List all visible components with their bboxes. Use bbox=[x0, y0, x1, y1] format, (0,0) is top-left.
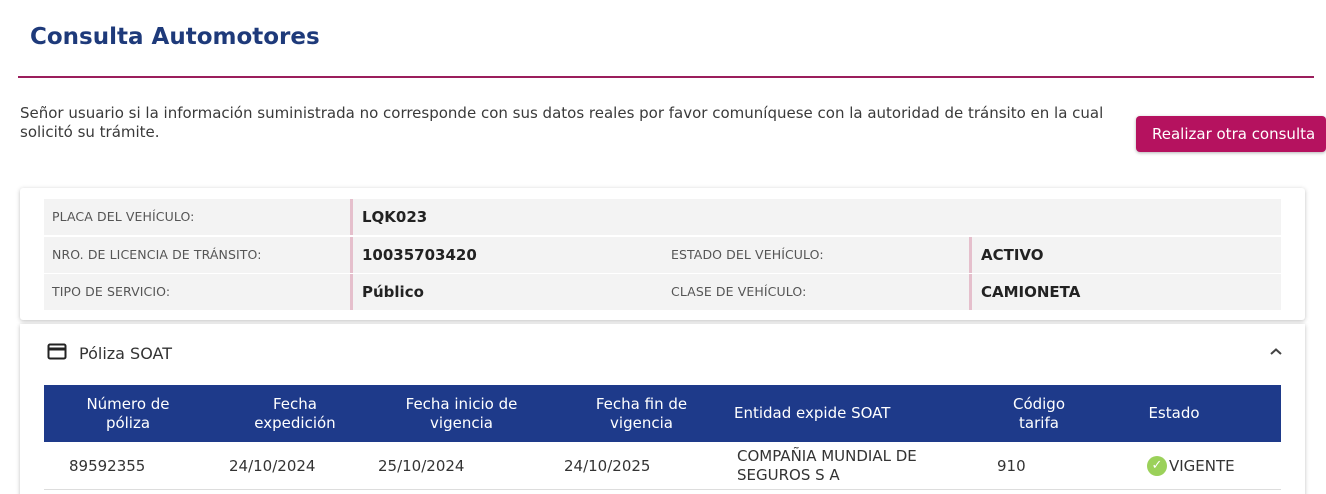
license-label: NRO. DE LICENCIA DE TRÁNSITO: bbox=[52, 247, 262, 262]
vehicle-row-license: NRO. DE LICENCIA DE TRÁNSITO: 1003570342… bbox=[44, 237, 1281, 273]
page-title: Consulta Automotores bbox=[30, 24, 320, 50]
new-query-button[interactable]: Realizar otra consulta bbox=[1136, 116, 1326, 152]
soat-section-title: Póliza SOAT bbox=[79, 344, 172, 363]
status-label: ESTADO DEL VEHÍCULO: bbox=[671, 247, 824, 262]
status-text: VIGENTE bbox=[1169, 456, 1235, 475]
header-status: Estado bbox=[1148, 404, 1200, 422]
title-divider bbox=[18, 76, 1314, 78]
header-issue-date: Fecha expedición bbox=[254, 394, 336, 432]
header-tariff-code: Código tarifa bbox=[1012, 394, 1066, 432]
notice-text: Señor usuario si la información suminist… bbox=[20, 104, 1104, 141]
cell-issue-date: 24/10/2024 bbox=[229, 456, 316, 475]
check-circle-icon: ✓ bbox=[1147, 456, 1167, 476]
header-entity: Entidad expide SOAT bbox=[734, 404, 891, 422]
header-start-date: Fecha inicio de vigencia bbox=[405, 394, 518, 432]
vehicle-row-plate: PLACA DEL VEHÍCULO: LQK023 bbox=[44, 199, 1281, 235]
cell-end-date: 24/10/2025 bbox=[564, 456, 651, 475]
cell-policy-number: 89592355 bbox=[69, 456, 146, 475]
service-value: Público bbox=[350, 274, 424, 310]
table-row: 89592355 24/10/2024 25/10/2024 24/10/202… bbox=[44, 442, 1281, 490]
header-policy-number: Número de póliza bbox=[86, 394, 170, 432]
chevron-up-icon[interactable] bbox=[1269, 342, 1283, 361]
plate-value: LQK023 bbox=[350, 199, 427, 235]
soat-panel: Póliza SOAT Número de póliza Fecha exped… bbox=[20, 324, 1305, 494]
cell-status: ✓ VIGENTE bbox=[1147, 442, 1235, 490]
soat-table-header: Número de póliza Fecha expedición Fecha … bbox=[44, 385, 1281, 442]
cell-entity: COMPAÑIA MUNDIAL DE SEGUROS S A bbox=[737, 447, 917, 484]
header-end-date: Fecha fin de vigencia bbox=[595, 394, 688, 432]
cell-start-date: 25/10/2024 bbox=[378, 456, 465, 475]
license-value: 10035703420 bbox=[350, 237, 477, 273]
vehicle-info-card: PLACA DEL VEHÍCULO: LQK023 NRO. DE LICEN… bbox=[20, 188, 1305, 320]
plate-label: PLACA DEL VEHÍCULO: bbox=[52, 209, 195, 224]
class-label: CLASE DE VEHÍCULO: bbox=[671, 284, 807, 299]
class-value: CAMIONETA bbox=[969, 274, 1080, 310]
status-value: ACTIVO bbox=[969, 237, 1044, 273]
credit-card-icon bbox=[47, 343, 67, 365]
service-label: TIPO DE SERVICIO: bbox=[52, 284, 171, 299]
cell-tariff-code: 910 bbox=[997, 456, 1026, 475]
vehicle-row-service: TIPO DE SERVICIO: Público CLASE DE VEHÍC… bbox=[44, 274, 1281, 310]
